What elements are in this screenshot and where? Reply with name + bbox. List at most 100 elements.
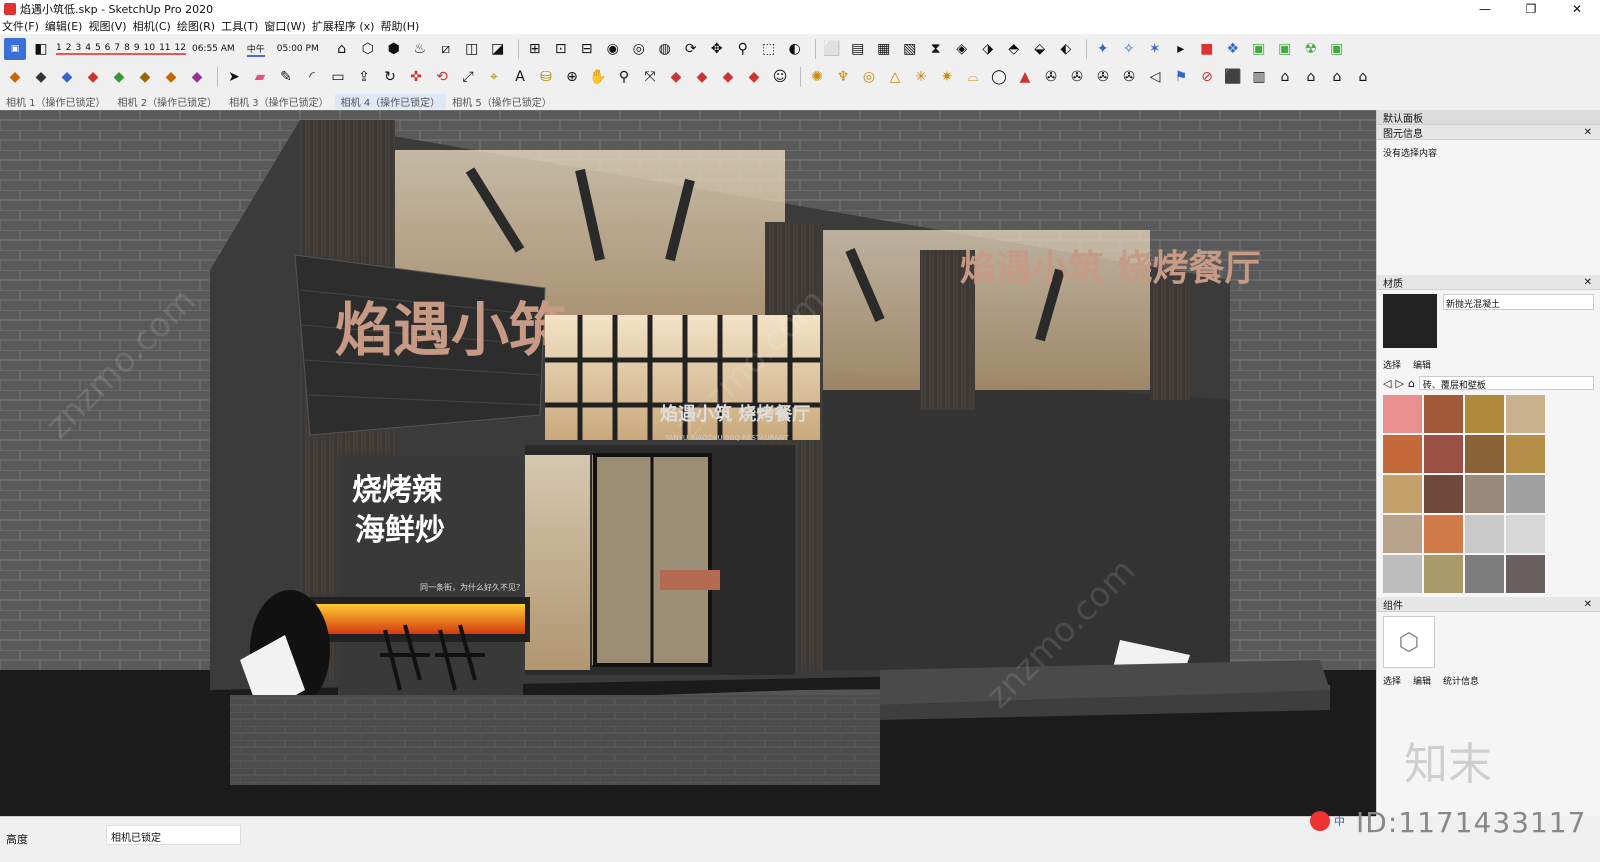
plugin-e-icon[interactable]: ■ (1196, 38, 1218, 60)
monochrome-icon[interactable]: ◍ (654, 38, 676, 60)
outliner-icon[interactable]: ▦ (873, 38, 895, 60)
scale-icon[interactable]: ⤢ (457, 66, 479, 88)
swatch[interactable] (1383, 395, 1422, 433)
extension-icon[interactable]: ⬘ (1003, 38, 1025, 60)
material-name-input[interactable]: 新抛光混凝土 (1443, 294, 1594, 310)
axes-blue-icon[interactable]: ◆ (56, 66, 78, 88)
plugin-i-icon[interactable]: ☢ (1300, 38, 1322, 60)
shadow-months[interactable]: 1 2 3 4 5 6 7 8 9 10 11 12 (56, 43, 186, 55)
swatch[interactable] (1424, 555, 1463, 593)
pan-icon[interactable]: ✥ (706, 38, 728, 60)
warehouse-icon[interactable]: ⬗ (977, 38, 999, 60)
plugin-j-icon[interactable]: ▣ (1326, 38, 1348, 60)
camera2-icon[interactable]: ✇ (1066, 66, 1088, 88)
section-icon[interactable]: ✺ (806, 66, 828, 88)
home-icon[interactable]: ⌂ (1408, 377, 1415, 390)
tab-camera-1[interactable]: 相机 1（操作已锁定） (0, 94, 112, 109)
select-arrow-icon[interactable]: ➤ (223, 66, 245, 88)
ruby4-icon[interactable]: ◆ (743, 66, 765, 88)
material-swatch[interactable] (1383, 294, 1437, 348)
tape-measure-icon[interactable]: ⌖ (483, 66, 505, 88)
ruby2-icon[interactable]: ◆ (691, 66, 713, 88)
back-icon[interactable]: ◁ (1383, 377, 1391, 390)
style-icon[interactable]: ⬜ (821, 38, 843, 60)
right-view-icon[interactable]: ⧄ (435, 38, 457, 60)
axes-black-icon[interactable]: ◆ (30, 66, 52, 88)
swatch[interactable] (1465, 435, 1504, 473)
triangle-icon[interactable]: △ (884, 66, 906, 88)
menu-extensions[interactable]: 扩展程序 (x) (312, 18, 375, 34)
swatch[interactable] (1424, 515, 1463, 553)
swatch[interactable] (1424, 395, 1463, 433)
ring-icon[interactable]: ◎ (858, 66, 880, 88)
menu-tools[interactable]: 工具(T) (221, 18, 258, 34)
arc-icon[interactable]: ◜ (301, 66, 323, 88)
ruby3-icon[interactable]: ◆ (717, 66, 739, 88)
book-icon[interactable]: ▥ (1248, 66, 1270, 88)
paint-bucket-icon[interactable]: ⛁ (535, 66, 557, 88)
match-photo-icon[interactable]: ⬖ (1055, 38, 1077, 60)
cube-icon[interactable]: ⬡ (1383, 616, 1435, 668)
plugin-d-icon[interactable]: ▸ (1170, 38, 1192, 60)
menu-file[interactable]: 文件(F) (2, 18, 39, 34)
menu-view[interactable]: 视图(V) (88, 18, 126, 34)
plugin-h-icon[interactable]: ▣ (1274, 38, 1296, 60)
close-icon[interactable]: ✕ (1584, 277, 1592, 288)
swatch[interactable] (1465, 555, 1504, 593)
push-pull-icon[interactable]: ⇪ (353, 66, 375, 88)
section-plane-icon[interactable]: ⌂ (331, 38, 353, 60)
swatch[interactable] (1465, 475, 1504, 513)
menu-camera[interactable]: 相机(C) (133, 18, 171, 34)
swatch[interactable] (1424, 475, 1463, 513)
iso-view-icon[interactable]: ⬡ (357, 38, 379, 60)
plane-icon[interactable]: ◁ (1144, 66, 1166, 88)
ruby-icon[interactable]: ◆ (665, 66, 687, 88)
plugin-b-icon[interactable]: ✧ (1118, 38, 1140, 60)
swatch[interactable] (1506, 395, 1545, 433)
move-icon[interactable]: ✜ (405, 66, 427, 88)
menu-draw[interactable]: 绘图(R) (177, 18, 215, 34)
sphere-icon[interactable]: ◯ (988, 66, 1010, 88)
zoom-icon[interactable]: ⚲ (732, 38, 754, 60)
text-icon[interactable]: A (509, 66, 531, 88)
model-viewport[interactable]: 焰遇小筑 焰遇小筑 烧烤餐厅 焰遇小筑 烧烤餐厅 YANYU XIAOZHU B… (0, 110, 1376, 816)
tab-edit[interactable]: 编辑 (1413, 674, 1431, 687)
plugin-f-icon[interactable]: ❖ (1222, 38, 1244, 60)
swatch[interactable] (1383, 435, 1422, 473)
tab-camera-3[interactable]: 相机 3（操作已锁定） (223, 94, 335, 109)
rectangle-icon[interactable]: ▭ (327, 66, 349, 88)
swatch[interactable] (1506, 475, 1545, 513)
pencil-icon[interactable]: ✎ (275, 66, 297, 88)
pivot-icon[interactable]: ✳ (910, 66, 932, 88)
zoom-extents-icon[interactable]: ⤧ (639, 66, 661, 88)
prev-view-icon[interactable]: ◐ (784, 38, 806, 60)
swatch[interactable] (1506, 555, 1545, 593)
swatch[interactable] (1506, 435, 1545, 473)
lamp-icon[interactable]: ♆ (832, 66, 854, 88)
eraser-pink-icon[interactable]: ▰ (249, 66, 271, 88)
forward-icon[interactable]: ▷ (1395, 377, 1403, 390)
swatch[interactable] (1465, 395, 1504, 433)
box-icon[interactable]: ⬛ (1222, 66, 1244, 88)
maximize-button[interactable]: ❐ (1508, 0, 1554, 18)
measurement-input[interactable]: 相机已锁定 (106, 825, 241, 845)
home-icon[interactable]: ⌂ (1274, 66, 1296, 88)
entity-info-header[interactable]: 图元信息 ✕ (1377, 125, 1600, 140)
pan-hand-icon[interactable]: ✋ (587, 66, 609, 88)
solid-tools-icon[interactable]: ◈ (951, 38, 973, 60)
swatch[interactable] (1506, 515, 1545, 553)
axes-green-icon[interactable]: ◆ (108, 66, 130, 88)
xray-icon[interactable]: ⊞ (524, 38, 546, 60)
tab-camera-5[interactable]: 相机 5（操作已锁定） (446, 94, 558, 109)
tab-select[interactable]: 选择 (1383, 358, 1401, 371)
axes-red2-icon[interactable]: ◆ (82, 66, 104, 88)
left-view-icon[interactable]: ◪ (487, 38, 509, 60)
close-icon[interactable]: ✕ (1584, 127, 1592, 138)
shaded-icon[interactable]: ◉ (602, 38, 624, 60)
flag-icon[interactable]: ⚑ (1170, 66, 1192, 88)
geo-location-icon[interactable]: ⬙ (1029, 38, 1051, 60)
house3-icon[interactable]: ⌂ (1326, 66, 1348, 88)
axes-purple-icon[interactable]: ◆ (186, 66, 208, 88)
components-header[interactable]: 组件 ✕ (1377, 597, 1600, 612)
menu-window[interactable]: 窗口(W) (264, 18, 305, 34)
